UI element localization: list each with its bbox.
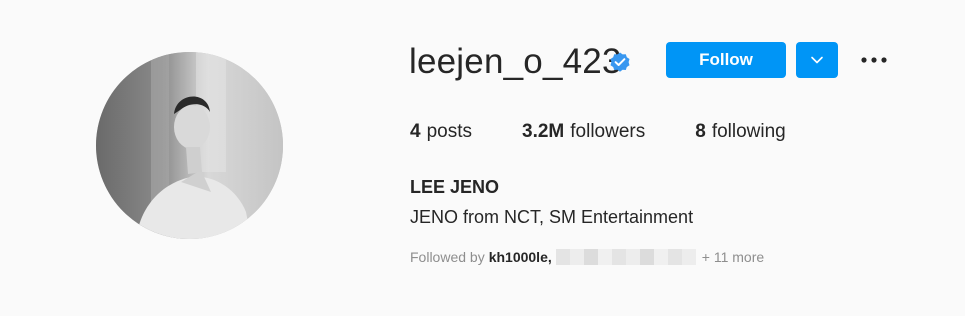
followers-count: 3.2M [522,121,565,142]
posts-count: 4 [410,121,421,142]
follow-button[interactable]: Follow [666,42,786,78]
posts-stat[interactable]: 4 posts [410,120,472,144]
full-name: LEE JENO [410,177,500,197]
followed-by-user[interactable]: kh1000le, [489,248,552,266]
followers-label: followers [570,121,646,142]
following-count: 8 [695,121,706,142]
following-stat[interactable]: 8 following [695,120,786,144]
suggested-accounts-dropdown-button[interactable] [796,42,838,78]
more-options-icon [861,57,887,63]
profile-header: leejen_o_423 Follow 4 posts 3.2M followe… [0,0,965,316]
posts-label: posts [426,121,472,142]
profile-avatar[interactable] [96,52,283,239]
following-label: following [711,121,786,142]
username: leejen_o_423 [409,42,622,81]
followed-by-more[interactable]: + 11 more [702,248,764,266]
more-options-button[interactable] [858,44,890,76]
followed-by-prefix: Followed by [410,249,485,265]
redacted-usernames [555,249,696,265]
avatar-photo [96,52,283,239]
followed-by[interactable]: Followed by kh1000le, + 11 more [410,248,764,266]
bio-text: JENO from NCT, SM Entertainment [410,207,694,227]
followers-stat[interactable]: 3.2M followers [522,120,645,144]
chevron-down-icon [811,56,823,64]
verified-badge-icon [610,52,630,72]
profile-stats: 4 posts 3.2M followers 8 following [410,120,786,144]
